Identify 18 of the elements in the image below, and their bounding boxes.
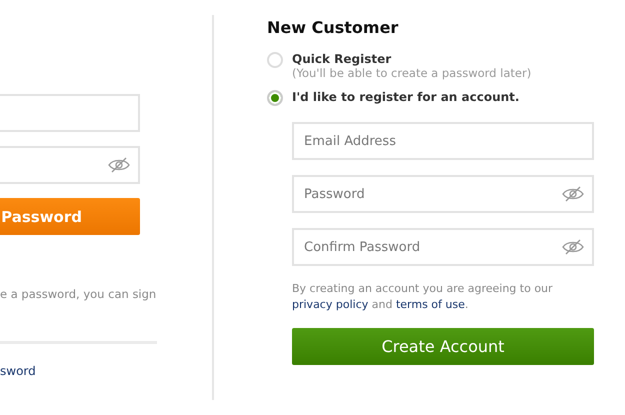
radio-button[interactable] [267,52,283,68]
radio-button[interactable] [267,90,283,106]
create-account-button[interactable]: Create Account [292,328,594,365]
hidden-eye-icon[interactable] [562,186,584,202]
privacy-policy-link[interactable]: privacy policy [292,298,368,311]
input-field[interactable]: Password [292,175,594,213]
forgot-password-link[interactable]: sword [0,364,212,378]
note-text: e a password, you can sign [0,287,158,301]
section-title: New Customer [267,18,400,37]
option-label: Quick Register [292,52,392,66]
hidden-eye-icon[interactable] [108,157,130,173]
terms-text: By creating an account you are agreeing to our privacy policy and terms of use. [292,281,554,313]
option-label: I'd like to register for an account. [292,90,520,104]
option-hint: (You'll be able to create a password later) [292,66,532,80]
terms-of-use-link[interactable]: terms of use [396,298,465,311]
hidden-eye-icon[interactable] [562,239,584,255]
input-field[interactable]: Confirm Password [292,228,594,266]
input-field[interactable]: Email Address [292,122,594,160]
